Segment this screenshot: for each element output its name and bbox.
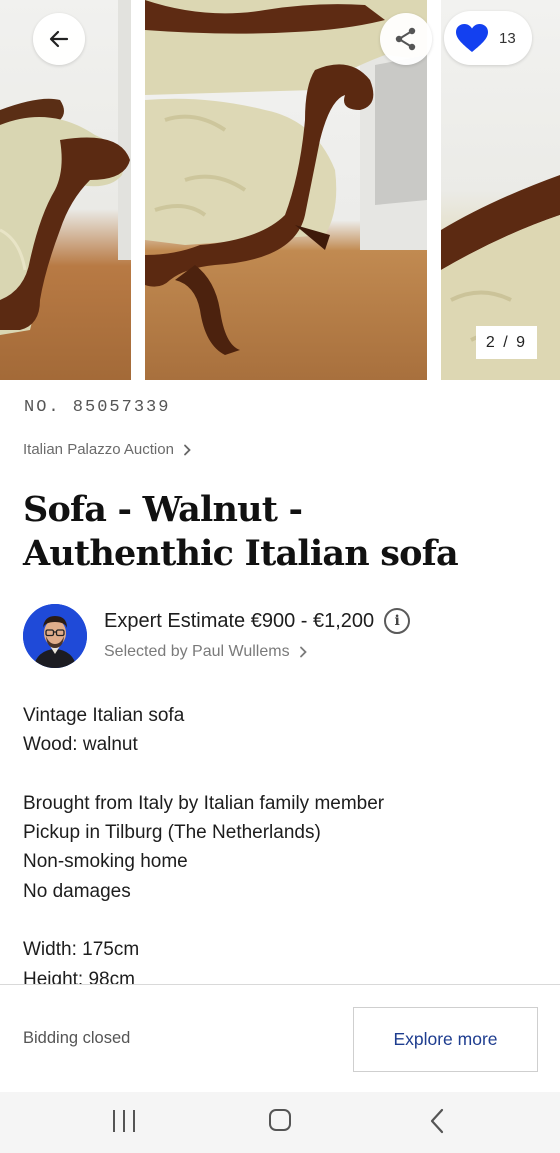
recents-icon[interactable] xyxy=(113,1110,135,1132)
back-button[interactable] xyxy=(33,13,85,65)
auction-link[interactable]: Italian Palazzo Auction xyxy=(23,441,192,458)
info-icon[interactable]: i xyxy=(384,608,411,634)
chevron-right-icon xyxy=(184,444,191,455)
expert-avatar[interactable] xyxy=(23,604,87,668)
selected-by-text: Selected by Paul Wullems xyxy=(104,643,290,660)
back-nav-icon[interactable] xyxy=(427,1107,449,1135)
estimate-text: Expert Estimate €900 - €1,200 xyxy=(104,609,375,632)
explore-more-button[interactable]: Explore more xyxy=(353,1007,538,1072)
bottom-action-bar: Bidding closed Explore more xyxy=(0,984,560,1092)
lot-title: Sofa - Walnut - Authenthic Italian sofa xyxy=(23,489,459,574)
description-line: Pickup in Tilburg (The Netherlands) xyxy=(23,822,321,844)
chevron-right-icon xyxy=(299,646,307,658)
favorite-button[interactable]: 13 xyxy=(444,11,532,65)
lot-description: Vintage Italian sofa Wood: walnut Brough… xyxy=(23,701,538,984)
arrow-left-icon xyxy=(49,30,69,48)
expert-estimate: Expert Estimate €900 - €1,200 i xyxy=(104,608,411,634)
gallery-photo-current[interactable] xyxy=(145,0,427,380)
description-line: Non-smoking home xyxy=(23,851,188,873)
share-button[interactable] xyxy=(380,13,432,65)
expert-section: Expert Estimate €900 - €1,200 i Selected… xyxy=(23,604,543,670)
sofa-photo-main xyxy=(145,0,427,355)
favorites-count: 13 xyxy=(499,29,516,47)
home-icon[interactable] xyxy=(269,1109,291,1131)
description-line: Brought from Italy by Italian family mem… xyxy=(23,792,385,814)
lot-number: NO. 85057339 xyxy=(24,398,171,417)
gallery-counter: 2 / 9 xyxy=(476,326,537,359)
description-line: Width: 175cm xyxy=(23,939,140,961)
heart-icon xyxy=(456,24,488,52)
description-line: Height: 98cm xyxy=(23,968,135,984)
auction-name: Italian Palazzo Auction xyxy=(23,441,174,458)
description-line: No damages xyxy=(23,880,131,902)
person-photo xyxy=(23,604,87,668)
expert-link[interactable]: Selected by Paul Wullems xyxy=(104,643,308,661)
system-navigation-bar xyxy=(0,1092,560,1153)
description-line: Wood: walnut xyxy=(23,734,138,756)
share-icon xyxy=(395,27,416,51)
bidding-status: Bidding closed xyxy=(23,1029,131,1047)
description-line: Vintage Italian sofa xyxy=(23,705,185,726)
image-gallery[interactable]: 13 2 / 9 xyxy=(0,0,560,382)
